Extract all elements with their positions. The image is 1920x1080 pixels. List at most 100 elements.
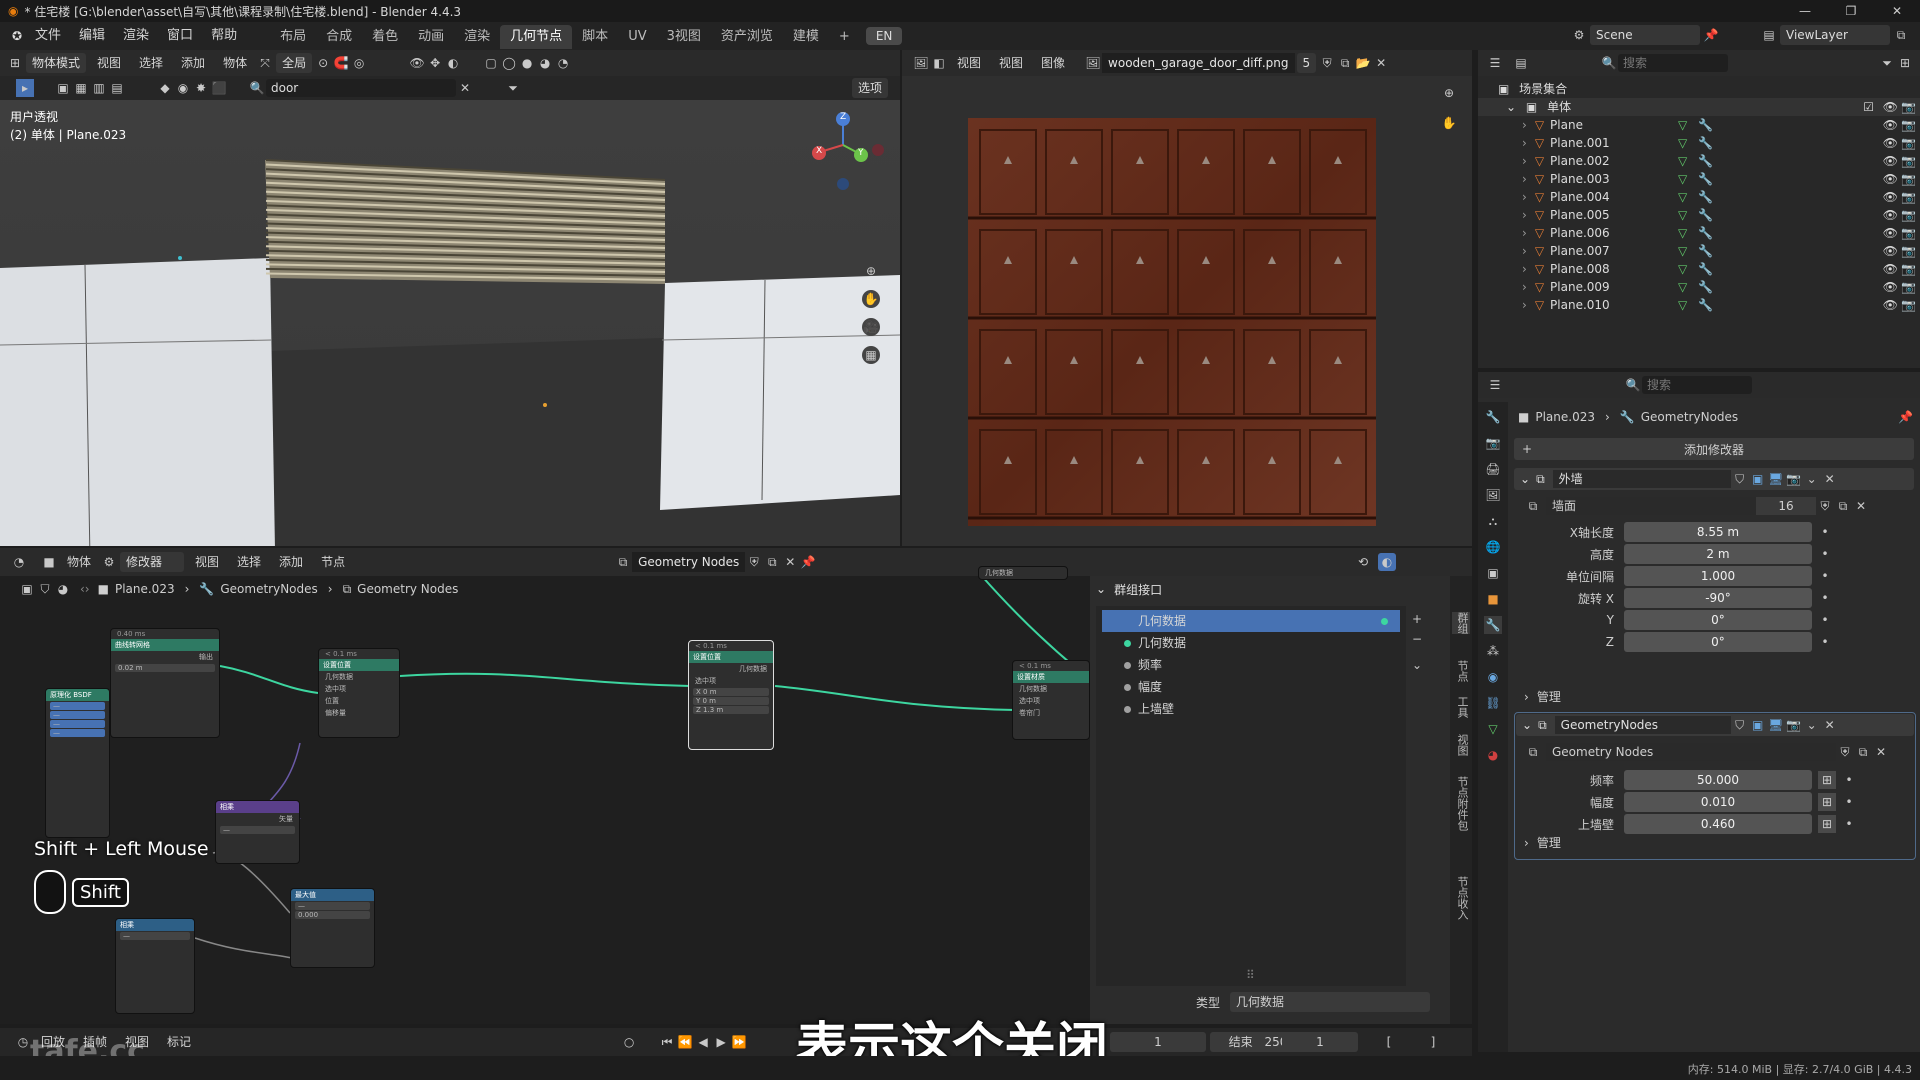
- image-zoom-icon[interactable]: ⊕: [1440, 84, 1458, 102]
- menu-help[interactable]: 帮助: [202, 22, 246, 50]
- viewport-menu-view[interactable]: 视图: [88, 50, 130, 76]
- render-camera-icon[interactable]: 📷: [1901, 152, 1916, 170]
- tab-geometry-nodes[interactable]: 几何节点: [500, 25, 573, 49]
- modifier-tab-icon[interactable]: 🔧: [1484, 616, 1502, 634]
- shading-wire-icon[interactable]: ◯: [500, 54, 518, 72]
- language-toggle[interactable]: EN: [865, 27, 903, 45]
- edit-mode-toggle-icon[interactable]: ⛉: [1731, 470, 1749, 488]
- interface-socket-item[interactable]: 幅度: [1096, 676, 1406, 698]
- render-camera-icon[interactable]: 📷: [1901, 242, 1916, 260]
- render-tab-icon[interactable]: 📷: [1484, 434, 1502, 452]
- render-camera-icon[interactable]: 📷: [1901, 296, 1916, 314]
- interface-socket-item[interactable]: 几何数据: [1096, 632, 1406, 654]
- tab-node-wrangler[interactable]: 节点附件包: [1452, 776, 1470, 831]
- node-group-name-2[interactable]: Geometry Nodes: [1546, 743, 1836, 761]
- property-value-field[interactable]: -90°: [1624, 588, 1812, 608]
- transform-dropdown[interactable]: 全局: [276, 53, 313, 73]
- mesh-data-icon[interactable]: ▽: [1678, 116, 1687, 134]
- visibility-eye-icon[interactable]: 👁: [1883, 98, 1898, 116]
- visibility-eye-icon[interactable]: 👁: [1883, 152, 1898, 170]
- tab-layout[interactable]: 布局: [270, 25, 316, 49]
- offset-z-field[interactable]: Z 1.3 m: [693, 706, 769, 714]
- keyframe-dot-icon[interactable]: •: [1816, 567, 1834, 585]
- modifier-wrench-icon[interactable]: 🔧: [1698, 134, 1713, 152]
- render-camera-icon[interactable]: 📷: [1901, 278, 1916, 296]
- add-workspace-button[interactable]: +: [829, 25, 860, 49]
- edit-mode-toggle-icon-2[interactable]: ⛉: [1731, 716, 1749, 734]
- tab-node-import[interactable]: 节点收入: [1452, 876, 1470, 920]
- ortho-grid-icon[interactable]: ▦: [862, 346, 880, 364]
- image-menu-image[interactable]: 图像: [1032, 50, 1074, 76]
- scene-selector[interactable]: ⚙ Scene 📌: [1570, 25, 1720, 45]
- tab-node[interactable]: 节点: [1452, 660, 1470, 682]
- modifier-name-field-2[interactable]: GeometryNodes: [1554, 716, 1731, 734]
- new-collection-icon[interactable]: ⊞: [1896, 54, 1914, 72]
- modifier-wrench-icon[interactable]: 🔧: [1698, 242, 1713, 260]
- attribute-toggle-icon[interactable]: ⊞: [1818, 771, 1836, 789]
- keyframe-dot-icon[interactable]: •: [1816, 523, 1834, 541]
- keyframe-dot-icon[interactable]: •: [1816, 611, 1834, 629]
- properties-editor[interactable]: ☰ 🔍 搜索 🔧 📷 🖨 🖼 ⛬ 🌐 ▣ ■ 🔧 ⁂ ◉ ⛓ ▽ ◕ ■ Pla…: [1478, 372, 1920, 1052]
- offset-x-field[interactable]: X 0 m: [693, 688, 769, 696]
- tab-modeling[interactable]: 建模: [783, 25, 829, 49]
- add-modifier-button[interactable]: + 添加修改器: [1514, 438, 1914, 460]
- modifier-wrench-icon[interactable]: 🔧: [1698, 224, 1713, 242]
- visibility-icon[interactable]: 👁: [408, 54, 426, 72]
- tab-3view[interactable]: 3视图: [657, 25, 711, 49]
- preview-range-start-icon[interactable]: [: [1380, 1033, 1398, 1051]
- node-group-output-top[interactable]: 几何数据: [978, 566, 1068, 580]
- pan-hand-icon[interactable]: ✋: [862, 290, 880, 308]
- remove-modifier-icon[interactable]: ✕: [1821, 470, 1839, 488]
- outliner-object-row[interactable]: › ▽ Plane.006 🔧 ▽ 👁 📷: [1478, 224, 1920, 242]
- menu-file[interactable]: 文件: [26, 22, 70, 50]
- shading-render-icon[interactable]: ◔: [554, 54, 572, 72]
- tab-scripting[interactable]: 脚本: [572, 25, 618, 49]
- image-editor[interactable]: 🖼 ◧ 视图 视图 图像 🖼 wooden_garage_door_diff.p…: [902, 50, 1472, 546]
- fake-user-icon[interactable]: ⛨: [1318, 54, 1336, 72]
- tab-tool[interactable]: 工具: [1452, 696, 1470, 718]
- filter-material-icon[interactable]: ◉: [174, 79, 192, 97]
- expand-arrow-icon[interactable]: ›: [1522, 190, 1527, 204]
- gizmo-toggle-icon[interactable]: ✥: [426, 54, 444, 72]
- modifier-wrench-icon[interactable]: 🔧: [1698, 152, 1713, 170]
- expand-arrow-icon[interactable]: ›: [1522, 280, 1527, 294]
- image-browse-icon[interactable]: 🖼: [1084, 54, 1102, 72]
- node-field[interactable]: 0.02 m: [115, 664, 215, 672]
- node-editor[interactable]: ◔ ■ 物体 ⚙ 修改器 视图 选择 添加 节点 ⧉ Geometry Node…: [0, 548, 1472, 1024]
- outliner-object-row[interactable]: › ▽ Plane.003 🔧 ▽ 👁 📷: [1478, 170, 1920, 188]
- attribute-toggle-icon[interactable]: ⊞: [1818, 815, 1836, 833]
- current-frame-field[interactable]: 1: [1282, 1032, 1358, 1052]
- mesh-data-icon[interactable]: ▽: [1678, 134, 1687, 152]
- proportional-edit-icon[interactable]: ◎: [350, 54, 368, 72]
- expand-arrow-icon[interactable]: ›: [1522, 208, 1527, 222]
- tab-shading[interactable]: 着色: [362, 25, 408, 49]
- shading-material-icon[interactable]: ◕: [536, 54, 554, 72]
- keyframe-dot-icon[interactable]: •: [1816, 589, 1834, 607]
- pin-properties-icon[interactable]: 📌: [1898, 410, 1913, 424]
- timeline-menu-marker[interactable]: 标记: [158, 1028, 200, 1056]
- modifier-wrench-icon[interactable]: 🔧: [1698, 206, 1713, 224]
- keyframe-dot-icon[interactable]: •: [1840, 793, 1858, 811]
- minimize-button[interactable]: —: [1782, 0, 1828, 22]
- visibility-eye-icon[interactable]: 👁: [1883, 188, 1898, 206]
- socket-type-dropdown[interactable]: 几何数据: [1230, 992, 1430, 1012]
- filter-mesh-icon[interactable]: ◆: [156, 79, 174, 97]
- object-tab-icon[interactable]: ■: [1484, 590, 1502, 608]
- mesh-data-icon[interactable]: ▽: [1678, 152, 1687, 170]
- menu-window[interactable]: 窗口: [158, 22, 202, 50]
- node-set-material[interactable]: < 0.1 ms 设置材质 几何数据 选中项 卷帘门: [1012, 660, 1090, 740]
- select-extend-icon[interactable]: ▦: [72, 79, 90, 97]
- node-material-field[interactable]: 卷帘门: [1013, 707, 1089, 719]
- render-camera-icon[interactable]: 📷: [1901, 98, 1916, 116]
- node-group-name-1[interactable]: 墙面: [1546, 497, 1756, 515]
- modifier-wrench-icon[interactable]: 🔧: [1698, 278, 1713, 296]
- viewport-toggle-icon-2[interactable]: 🖥: [1767, 716, 1785, 734]
- outliner-object-row[interactable]: › ▽ Plane.007 🔧 ▽ 👁 📷: [1478, 242, 1920, 260]
- world-tab-icon[interactable]: 🌐: [1484, 538, 1502, 556]
- visibility-eye-icon[interactable]: 👁: [1883, 134, 1898, 152]
- cage-toggle-icon[interactable]: ▣: [1749, 470, 1767, 488]
- duplicate-node-group-icon-2[interactable]: ⧉: [1854, 743, 1872, 761]
- node-group-selector-2[interactable]: ⧉ Geometry Nodes ⛨ ⧉ ✕: [1524, 742, 1910, 762]
- render-camera-icon[interactable]: 📷: [1901, 260, 1916, 278]
- view-layer-tab-icon[interactable]: 🖼: [1484, 486, 1502, 504]
